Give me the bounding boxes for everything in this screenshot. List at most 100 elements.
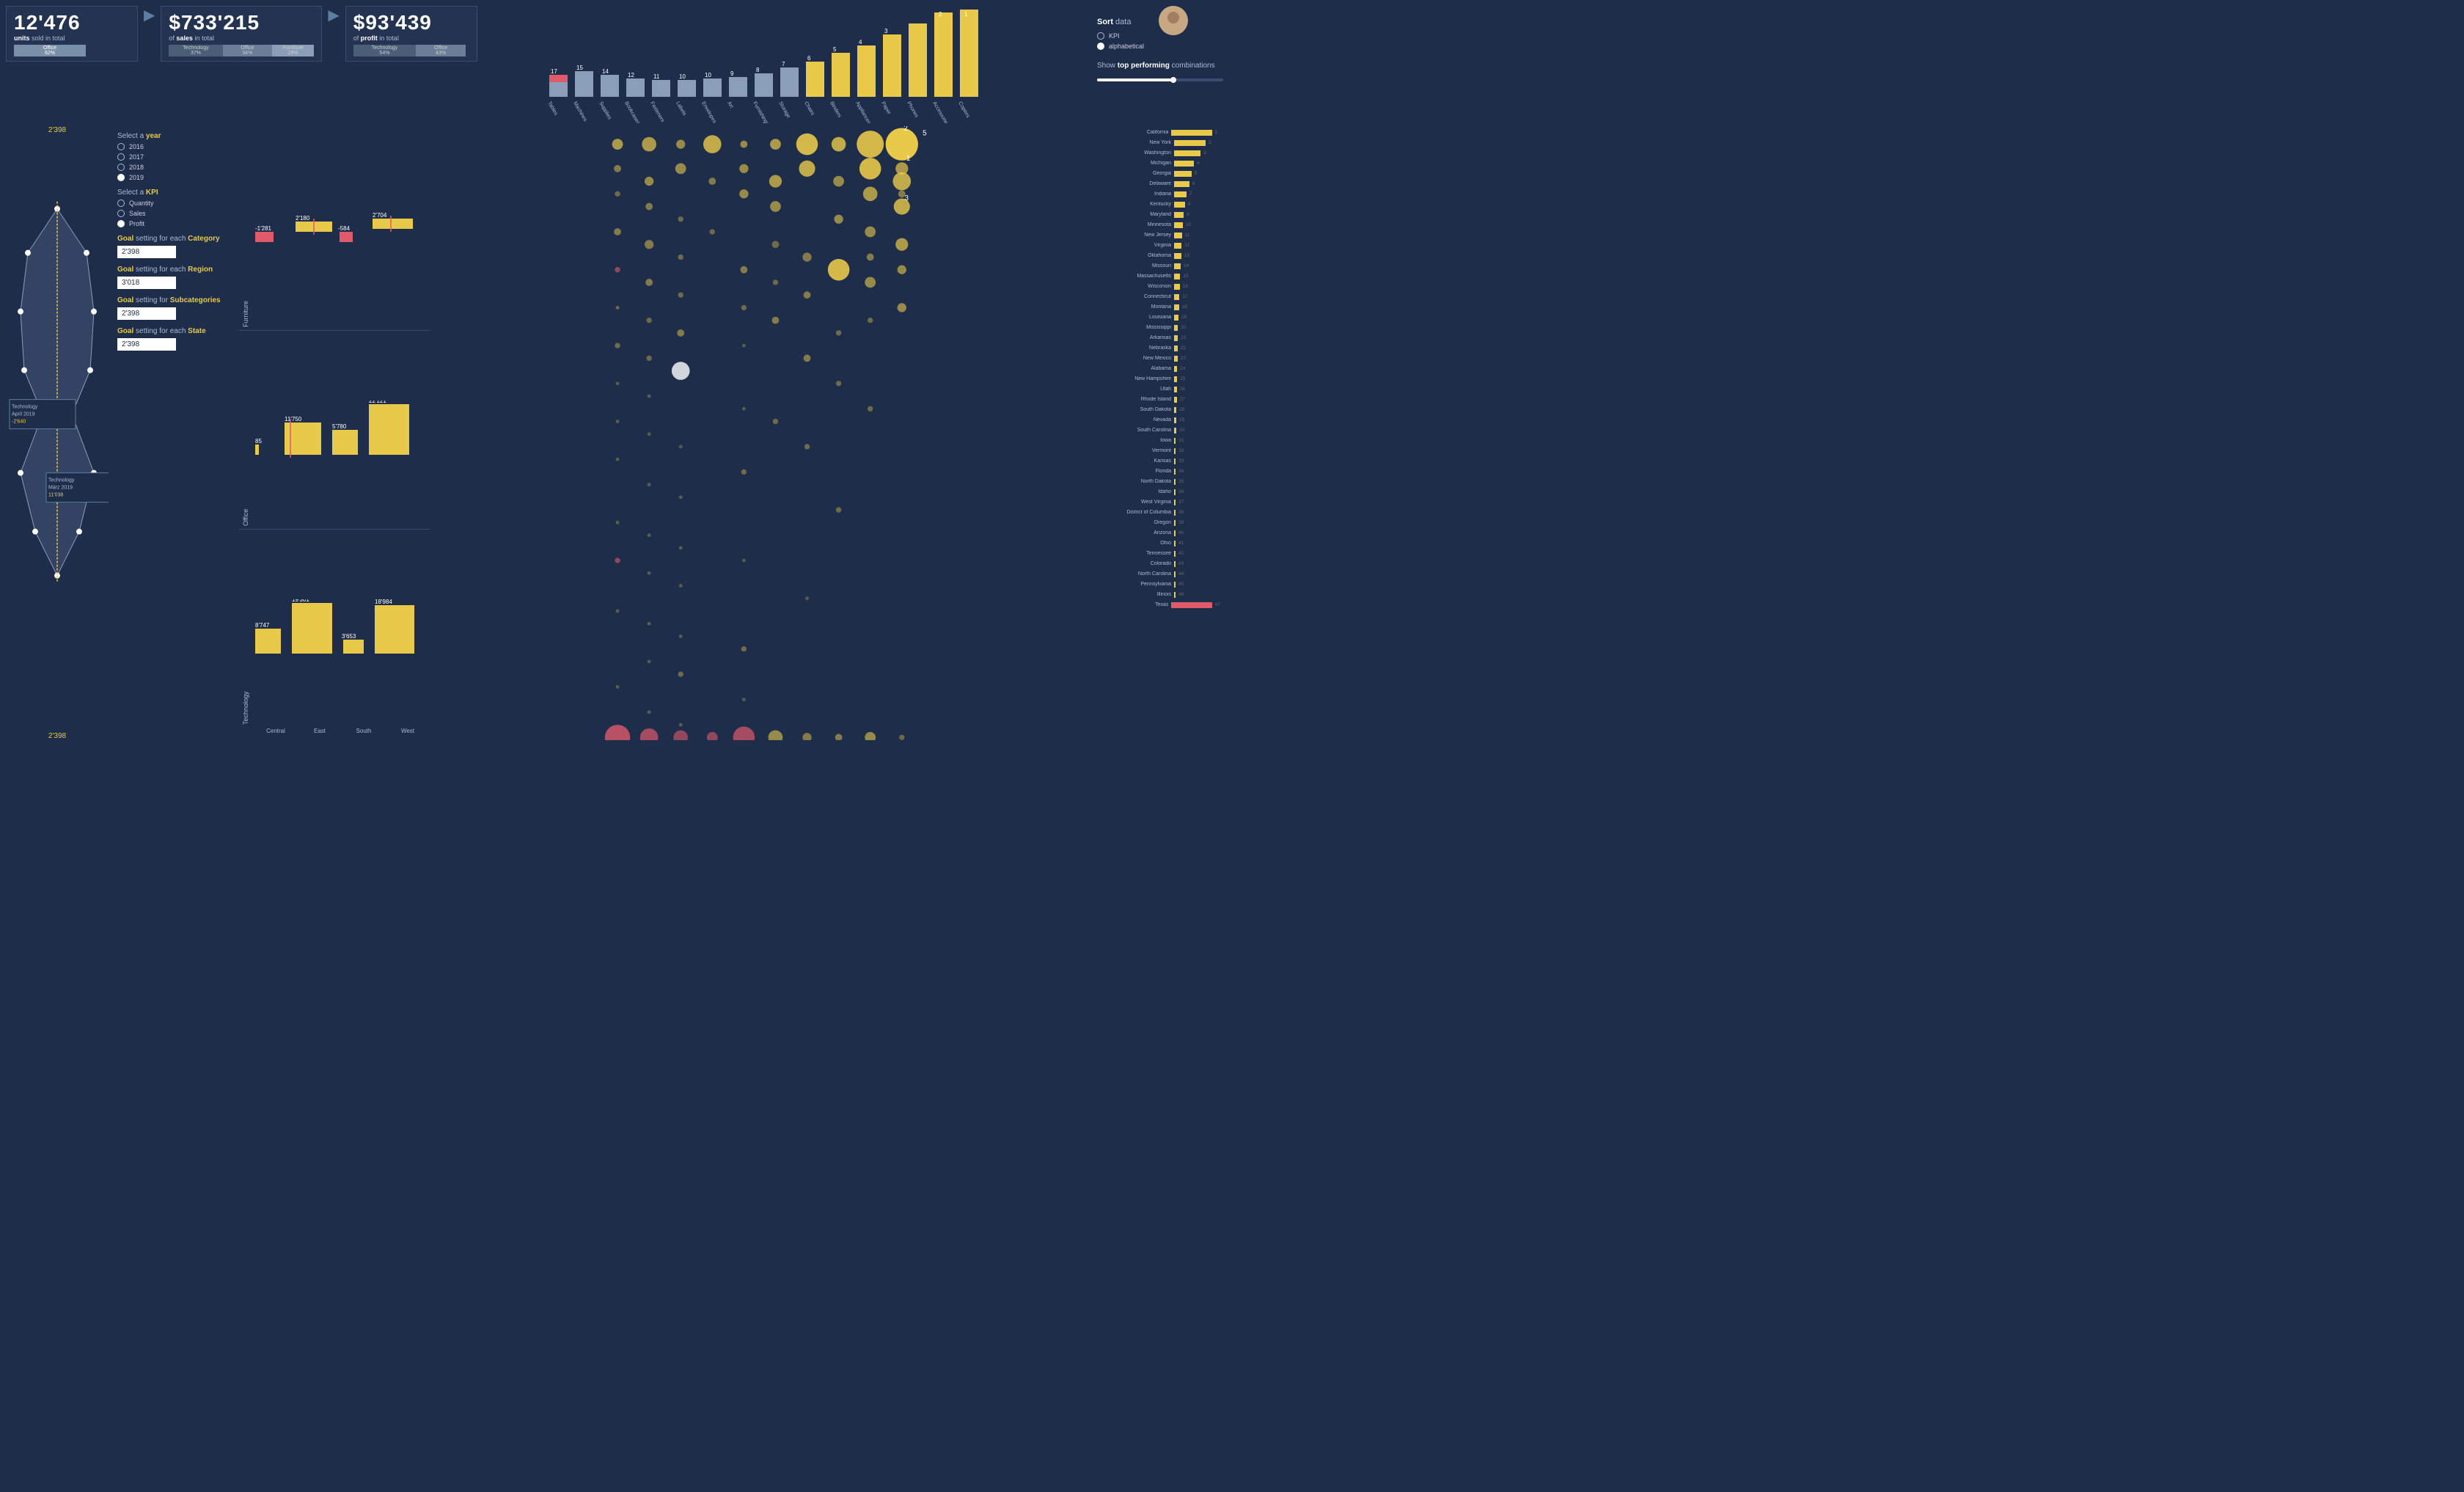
arrow-2: ▶ <box>325 6 342 24</box>
list-item: Michigan4 <box>1094 158 1226 168</box>
sort-controls: Sort data KPI alphabetical Show top perf… <box>1094 6 1226 123</box>
slider-track[interactable] <box>1097 78 1223 81</box>
list-item: South Carolina30 <box>1094 425 1226 435</box>
r-2019[interactable] <box>117 174 125 181</box>
state-bar <box>1174 397 1177 403</box>
r-quantity[interactable] <box>117 200 125 207</box>
goal-region-input[interactable] <box>117 277 176 289</box>
kpi-quantity[interactable]: Quantity <box>117 200 230 207</box>
sort-kpi-option[interactable]: KPI <box>1097 32 1223 40</box>
r-profit[interactable] <box>117 220 125 227</box>
state-bar <box>1174 222 1183 228</box>
states-panel: California1New York2Washington3Michigan4… <box>1094 126 1226 740</box>
office-bars-svg: 85 11'750 5'780 22'121 <box>255 401 417 459</box>
furniture-bars-svg: -1'281 2'180 -584 2'704 <box>255 211 417 252</box>
svg-text:2'180: 2'180 <box>296 215 310 222</box>
subcategory-labels-svg: Tables Machines Supplies Bookcases Faste… <box>440 97 1084 123</box>
state-bar <box>1174 191 1187 197</box>
state-bar <box>1174 458 1176 464</box>
label-west: West <box>386 728 430 734</box>
svg-text:8'747: 8'747 <box>255 622 270 629</box>
goal-state-input[interactable] <box>117 338 176 351</box>
state-rank: 20 <box>1181 325 1192 330</box>
goal-sub-label: Goal setting for Subcategories <box>117 296 230 304</box>
svg-text:Storage: Storage <box>777 101 791 120</box>
goal-category-input[interactable] <box>117 246 176 258</box>
svg-text:Supplies: Supplies <box>598 101 612 121</box>
sort-radio-group[interactable]: KPI alphabetical <box>1097 32 1223 50</box>
state-bar <box>1174 202 1185 208</box>
sort-alphabetical-option[interactable]: alphabetical <box>1097 43 1223 50</box>
r-2016[interactable] <box>117 143 125 150</box>
state-rank: 24 <box>1180 366 1192 371</box>
year-2019[interactable]: 2019 <box>117 174 230 181</box>
r-2017[interactable] <box>117 153 125 161</box>
state-name-label: Oregon <box>1094 520 1171 525</box>
state-rank: 37 <box>1178 500 1190 505</box>
state-name-label: North Dakota <box>1094 479 1171 484</box>
svg-text:2: 2 <box>903 126 907 133</box>
state-name-label: Colorado <box>1094 561 1171 566</box>
slider-thumb[interactable] <box>1170 77 1176 83</box>
svg-text:17: 17 <box>551 68 557 75</box>
state-name-label: Wisconsin <box>1094 284 1171 289</box>
kpi-radio-group[interactable]: Quantity Sales Profit <box>117 200 230 227</box>
kpi-units-value: 12'476 <box>14 11 130 34</box>
state-name-label: North Carolina <box>1094 571 1171 577</box>
state-bar <box>1174 489 1176 495</box>
svg-text:9: 9 <box>730 70 734 77</box>
state-rank: 34 <box>1178 469 1190 474</box>
list-item: Ohio41 <box>1094 538 1226 548</box>
subcategory-labels: Tables Machines Supplies Bookcases Faste… <box>433 97 1091 123</box>
states-list: California1New York2Washington3Michigan4… <box>1094 128 1226 610</box>
goal-subcategory-input[interactable] <box>117 307 176 320</box>
state-rank: 30 <box>1179 428 1191 433</box>
list-item: Nebraska22 <box>1094 343 1226 353</box>
kpi-units: 12'476 units sold in total Office 62% <box>6 6 138 62</box>
state-name-label: New York <box>1094 140 1171 145</box>
kpi-bar-tech: Technology37% <box>169 45 222 56</box>
state-name-label: Kentucky <box>1094 202 1171 207</box>
kpi-label: Select a KPI <box>117 189 230 197</box>
kpi-sales-label: of sales in total <box>169 34 314 42</box>
year-radio-group[interactable]: 2016 2017 2018 2019 <box>117 143 230 181</box>
svg-text:85: 85 <box>255 438 262 445</box>
state-name-label: Rhode Island <box>1094 397 1171 402</box>
year-2017[interactable]: 2017 <box>117 153 230 161</box>
state-name-label: Louisiana <box>1094 315 1171 320</box>
svg-text:Labels: Labels <box>675 101 687 117</box>
kpi-profit[interactable]: Profit <box>117 220 230 227</box>
label-central: Central <box>254 728 298 734</box>
list-item: Virginia12 <box>1094 241 1226 250</box>
r-2018[interactable] <box>117 164 125 171</box>
state-bar <box>1174 541 1176 546</box>
state-bar <box>1174 140 1206 146</box>
svg-text:Phones: Phones <box>906 101 919 119</box>
kpi-sales[interactable]: Sales <box>117 210 230 217</box>
kpi-bar-tech2: Technology54% <box>353 45 416 56</box>
office-bars: 85 11'750 5'780 22'121 <box>252 331 430 529</box>
show-top-label: Show top performing combinations <box>1097 62 1223 70</box>
svg-text:3: 3 <box>904 194 909 202</box>
svg-text:18'984: 18'984 <box>375 599 392 605</box>
office-label: Office <box>239 331 252 529</box>
sort-kpi-radio[interactable] <box>1097 32 1104 40</box>
svg-text:-584: -584 <box>338 225 351 232</box>
state-name-label: Connecticut <box>1094 294 1171 299</box>
r-sales[interactable] <box>117 210 125 217</box>
goal-reg-label: Goal setting for each Region <box>117 266 230 274</box>
state-name-label: Maryland <box>1094 212 1171 217</box>
state-rank: 10 <box>1186 222 1198 227</box>
list-item: New Hampshire25 <box>1094 374 1226 384</box>
state-rank: 29 <box>1179 417 1191 423</box>
sort-alpha-radio[interactable] <box>1097 43 1104 50</box>
state-bar <box>1174 356 1178 362</box>
state-name-label: Pennsylvania <box>1094 582 1171 587</box>
svg-text:2: 2 <box>939 11 942 18</box>
year-2018[interactable]: 2018 <box>117 164 230 171</box>
svg-text:3'653: 3'653 <box>342 633 356 640</box>
svg-text:Technology: Technology <box>48 478 75 483</box>
year-2016[interactable]: 2016 <box>117 143 230 150</box>
state-rank: 38 <box>1178 510 1190 515</box>
state-bar <box>1174 181 1189 187</box>
